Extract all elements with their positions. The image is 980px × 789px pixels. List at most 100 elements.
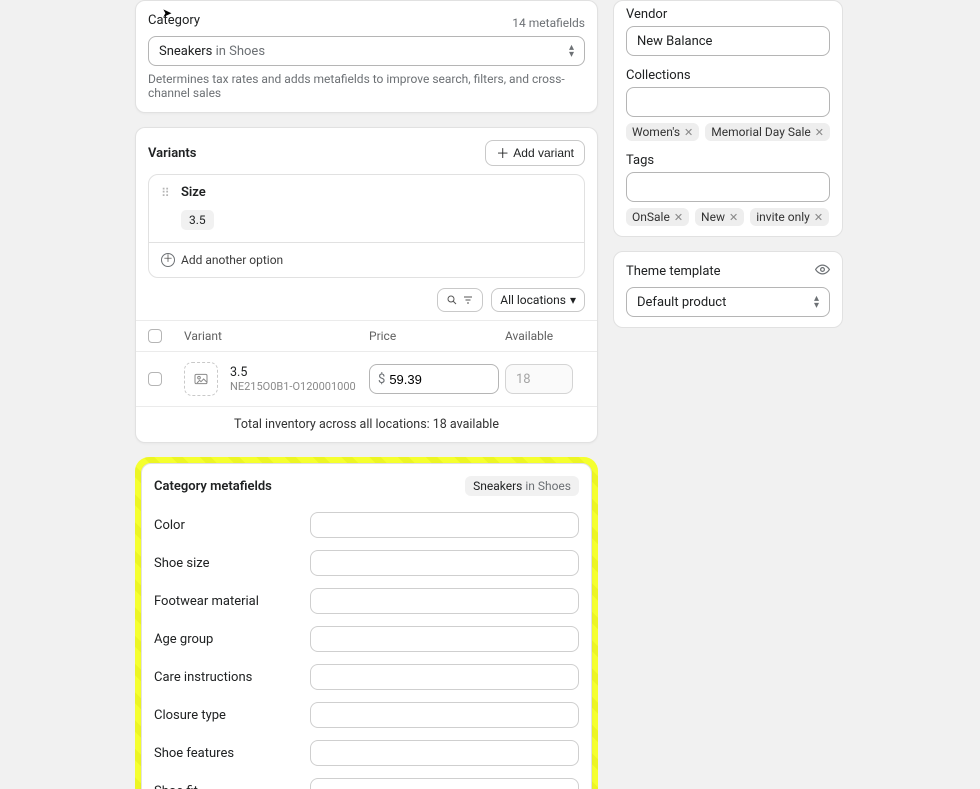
drag-handle-icon[interactable]: ⠿	[161, 186, 171, 200]
collection-chip-label: Memorial Day Sale	[711, 125, 811, 139]
collections-label: Collections	[626, 68, 830, 83]
variant-row-title: 3.5	[230, 365, 363, 380]
tag-chip[interactable]: invite only ✕	[750, 208, 829, 226]
tags-input[interactable]	[626, 172, 830, 202]
remove-chip-icon[interactable]: ✕	[684, 126, 693, 139]
add-variant-button[interactable]: ＋ Add variant	[485, 140, 585, 166]
tag-chip[interactable]: New ✕	[695, 208, 744, 226]
variant-row[interactable]: 3.5 NE215O0B1-O120001000 $ 18	[136, 352, 597, 406]
tags-label: Tags	[626, 153, 830, 168]
tag-chip[interactable]: OnSale ✕	[626, 208, 689, 226]
category-metafields-card: Category metafields Sneakers in Shoes Co…	[141, 463, 592, 789]
vendor-input[interactable]: New Balance	[626, 26, 830, 56]
available-input[interactable]: 18	[505, 364, 573, 394]
chevron-down-icon: ▾	[570, 293, 576, 307]
vendor-label: Vendor	[626, 7, 830, 22]
metafield-input[interactable]	[310, 740, 579, 766]
variant-row-sku: NE215O0B1-O120001000	[230, 380, 363, 393]
metafield-row: Age group	[154, 620, 579, 658]
collections-input[interactable]	[626, 87, 830, 117]
remove-chip-icon[interactable]: ✕	[674, 211, 683, 224]
metafield-row: Shoe size	[154, 544, 579, 582]
circle-plus-icon: ＋	[161, 253, 175, 267]
preview-eye-icon[interactable]	[815, 262, 830, 281]
inventory-total-text: Total inventory across all locations: 18…	[136, 406, 597, 442]
category-value: Sneakers	[159, 44, 212, 59]
row-checkbox[interactable]	[148, 372, 162, 386]
col-available: Available	[505, 329, 585, 343]
metafields-count-badge[interactable]: 14 metafields	[512, 16, 585, 30]
plus-icon: ＋	[496, 147, 509, 160]
price-field[interactable]	[389, 372, 490, 387]
collection-chip-label: Women's	[632, 125, 680, 139]
metafield-input[interactable]	[310, 512, 579, 538]
select-all-checkbox[interactable]	[148, 329, 162, 343]
add-option-button[interactable]: ＋ Add another option	[149, 242, 584, 277]
variant-search-filter-button[interactable]	[437, 288, 483, 312]
metafield-input[interactable]	[310, 588, 579, 614]
currency-symbol: $	[378, 372, 385, 387]
metafield-label: Shoe features	[154, 746, 302, 761]
add-option-label: Add another option	[181, 253, 283, 267]
variants-card: Variants ＋ Add variant ⠿ Size 3.5 ＋	[135, 127, 598, 443]
category-help-text: Determines tax rates and adds metafields…	[148, 72, 585, 100]
highlight-annotation: Category metafields Sneakers in Shoes Co…	[135, 457, 598, 789]
metafield-row: Shoe fit	[154, 772, 579, 789]
theme-template-label: Theme template	[626, 264, 721, 279]
metafield-label: Closure type	[154, 708, 302, 723]
tag-chip-label: New	[701, 210, 725, 224]
variants-title: Variants	[148, 146, 196, 161]
image-icon	[193, 371, 209, 387]
metafield-label: Age group	[154, 632, 302, 647]
variant-table: Variant Price Available 3.5	[136, 320, 597, 442]
category-select[interactable]: Sneakers in Shoes ▴▾	[148, 36, 585, 66]
add-variant-label: Add variant	[513, 146, 574, 160]
price-input[interactable]: $	[369, 364, 499, 394]
theme-template-card: Theme template Default product ▴▾	[613, 251, 843, 328]
metafield-input[interactable]	[310, 626, 579, 652]
chevron-updown-icon: ▴▾	[814, 295, 819, 309]
metafield-input[interactable]	[310, 550, 579, 576]
variant-option-row[interactable]: ⠿ Size	[149, 175, 584, 210]
variant-image-placeholder[interactable]	[184, 362, 218, 396]
theme-template-select[interactable]: Default product ▴▾	[626, 287, 830, 317]
variant-option-block: ⠿ Size 3.5 ＋ Add another option	[148, 174, 585, 278]
collection-chip[interactable]: Women's ✕	[626, 123, 699, 141]
vendor-value: New Balance	[637, 34, 712, 49]
chevron-updown-icon: ▴▾	[569, 44, 574, 58]
category-value-path: in Shoes	[212, 44, 265, 59]
location-filter-label: All locations	[500, 293, 566, 307]
category-card: Category 14 metafields Sneakers in Shoes…	[135, 0, 598, 113]
available-value: 18	[516, 372, 531, 387]
col-variant: Variant	[184, 329, 363, 343]
category-metafields-title: Category metafields	[154, 479, 272, 494]
tag-chip-label: invite only	[756, 210, 810, 224]
option-name: Size	[181, 185, 572, 200]
metafield-label: Footwear material	[154, 594, 302, 609]
metafield-label: Care instructions	[154, 670, 302, 685]
remove-chip-icon[interactable]: ✕	[814, 211, 823, 224]
filter-icon	[462, 294, 474, 306]
metafield-row: Shoe features	[154, 734, 579, 772]
metafield-input[interactable]	[310, 664, 579, 690]
category-label: Category	[148, 13, 200, 28]
metafield-input[interactable]	[310, 702, 579, 728]
metafield-row: Closure type	[154, 696, 579, 734]
tag-chip-label: OnSale	[632, 210, 670, 224]
remove-chip-icon[interactable]: ✕	[729, 211, 738, 224]
metafield-row: Footwear material	[154, 582, 579, 620]
option-value-chip[interactable]: 3.5	[181, 210, 214, 230]
metafield-row: Color	[154, 506, 579, 544]
category-metafields-path[interactable]: Sneakers in Shoes	[465, 476, 579, 496]
metafield-label: Shoe fit	[154, 784, 302, 789]
collection-chip[interactable]: Memorial Day Sale ✕	[705, 123, 830, 141]
metafield-label: Shoe size	[154, 556, 302, 571]
metafield-row: Care instructions	[154, 658, 579, 696]
theme-template-value: Default product	[637, 295, 726, 310]
product-organization-card: Vendor New Balance Collections Women's✕M…	[613, 0, 843, 237]
col-price: Price	[369, 329, 499, 343]
remove-chip-icon[interactable]: ✕	[815, 126, 824, 139]
metafield-input[interactable]	[310, 778, 579, 789]
location-filter-select[interactable]: All locations ▾	[491, 288, 585, 312]
metafield-label: Color	[154, 518, 302, 533]
